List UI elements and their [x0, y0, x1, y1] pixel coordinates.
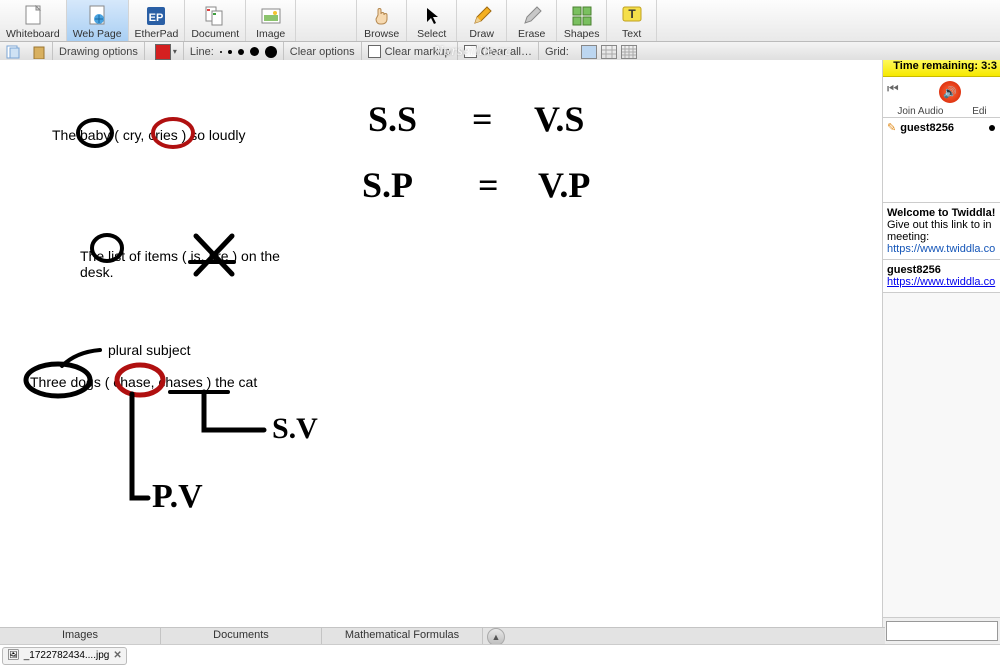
guest-message: guest8256 https://www.twiddla.co: [883, 260, 1000, 293]
document-icon: [204, 5, 226, 27]
pv-label: P.V: [152, 478, 203, 516]
main-toolbar: Whiteboard Web Page EP EtherPad Document: [0, 0, 1000, 42]
tab-webpage[interactable]: Web Page: [67, 0, 129, 41]
tab-etherpad[interactable]: EP EtherPad: [129, 0, 186, 41]
audio-play-button[interactable]: 🔊: [939, 81, 961, 103]
label: Line:: [190, 46, 214, 58]
svg-text:EP: EP: [149, 12, 164, 24]
tool-draw[interactable]: Draw: [457, 0, 507, 41]
cursor-icon: [421, 5, 443, 27]
file-strip: 🖼 _1722782434....jpg ✕: [0, 644, 1000, 666]
sentence-2b: desk.: [80, 264, 113, 280]
welcome-title: Welcome to Twiddla!: [887, 207, 997, 219]
picture-icon: 🖼: [7, 650, 20, 661]
label: Browse: [364, 28, 399, 40]
svg-text:T: T: [628, 7, 636, 21]
eq2-right: V.P: [538, 164, 590, 206]
page-blank-icon: [22, 5, 44, 27]
hand-icon: [371, 5, 393, 27]
grid-switch[interactable]: [575, 42, 643, 61]
audio-back-icon[interactable]: ⏮: [887, 81, 899, 97]
toolbar-gap: [296, 0, 357, 41]
label: Grid:: [545, 46, 569, 58]
user-row[interactable]: ✎ guest8256: [887, 121, 997, 134]
pencil-icon: [471, 5, 493, 27]
welcome-body: Give out this link to in meeting:: [887, 219, 997, 243]
label: Select: [417, 28, 446, 40]
welcome-box: Welcome to Twiddla! Give out this link t…: [883, 203, 1000, 260]
label: Draw: [469, 28, 494, 40]
etherpad-icon: EP: [145, 5, 167, 27]
label: Whiteboard: [6, 28, 60, 40]
sv-label: S.V: [272, 412, 318, 446]
drawing-options-link[interactable]: Drawing options: [53, 42, 144, 61]
edit-link[interactable]: Edi: [972, 106, 986, 117]
sentence-1: The baby ( cry, cries ) so loudly: [52, 127, 245, 143]
tab-math[interactable]: Mathematical Formulas: [322, 628, 483, 645]
audio-controls: ⏮ 🔊 Join Audio Edi: [883, 77, 1000, 118]
chat-input[interactable]: [886, 621, 998, 641]
pencil-icon: ✎: [887, 121, 896, 134]
user-name: guest8256: [900, 122, 954, 134]
tool-erase[interactable]: Erase: [507, 0, 557, 41]
tab-document[interactable]: Document: [185, 0, 246, 41]
label: Drawing options: [59, 46, 138, 58]
eq1-mid: =: [472, 98, 493, 140]
whiteboard-canvas[interactable]: The baby ( cry, cries ) so loudly The li…: [0, 60, 882, 644]
tab-images[interactable]: Images: [0, 628, 161, 645]
text-icon: T: [621, 5, 643, 27]
eraser-icon: [521, 5, 543, 27]
bottom-tabs: Images Documents Mathematical Formulas ▲: [0, 627, 885, 645]
label: Clear options: [290, 46, 355, 58]
opt-paste-icon[interactable]: [26, 42, 52, 61]
eq1-right: V.S: [534, 98, 584, 140]
color-picker[interactable]: Color: ▾: [145, 42, 183, 61]
label: Image: [256, 28, 285, 40]
file-name: _1722782434....jpg: [24, 650, 110, 661]
watermark-text: Nurseilite.cc: [434, 44, 512, 60]
status-dot-icon: [989, 125, 995, 131]
tool-browse[interactable]: Browse: [357, 0, 407, 41]
grid-label: Grid:: [539, 42, 575, 61]
join-audio-link[interactable]: Join Audio: [897, 106, 943, 117]
label: Web Page: [73, 28, 122, 40]
label: EtherPad: [135, 28, 179, 40]
shapes-icon: [571, 5, 593, 27]
tool-text[interactable]: T Text: [607, 0, 657, 41]
plural-label: plural subject: [108, 342, 191, 358]
tool-select[interactable]: Select: [407, 0, 457, 41]
label: Erase: [518, 28, 545, 40]
guest-name: guest8256: [887, 264, 941, 276]
side-panel: Time remaining: 3:3 ⏮ 🔊 Join Audio Edi ✎…: [882, 60, 1000, 644]
tab-image[interactable]: Image: [246, 0, 296, 41]
tab-whiteboard[interactable]: Whiteboard: [0, 0, 67, 41]
label: Shapes: [564, 28, 600, 40]
time-remaining: Time remaining: 3:3: [883, 60, 1000, 77]
sentence-3: Three dogs ( chase, chases ) the cat: [30, 374, 257, 390]
opt-copy-icon[interactable]: [0, 42, 26, 61]
label: Document: [191, 28, 239, 40]
file-chip[interactable]: 🖼 _1722782434....jpg ✕: [2, 647, 127, 665]
tab-documents[interactable]: Documents: [161, 628, 322, 645]
users-list: ✎ guest8256: [883, 118, 1000, 203]
sentence-2a: The list of items ( is, are ) on the: [80, 248, 280, 264]
eq2-mid: =: [478, 164, 499, 206]
label: Text: [622, 28, 641, 40]
meeting-link[interactable]: https://www.twiddla.co: [887, 243, 995, 255]
image-icon: [260, 5, 282, 27]
page-web-icon: [86, 5, 108, 27]
close-icon[interactable]: ✕: [113, 650, 121, 661]
options-bar: Drawing options Color: ▾ Line: Clear opt…: [0, 42, 1000, 62]
tool-shapes[interactable]: Shapes: [557, 0, 607, 41]
eq2-left: S.P: [362, 164, 413, 206]
guest-link[interactable]: https://www.twiddla.co: [887, 276, 995, 288]
eq1-left: S.S: [368, 98, 417, 140]
line-width-picker[interactable]: Line:: [184, 42, 283, 61]
clear-options-link[interactable]: Clear options: [284, 42, 361, 61]
chat-input-row: [883, 617, 1000, 644]
